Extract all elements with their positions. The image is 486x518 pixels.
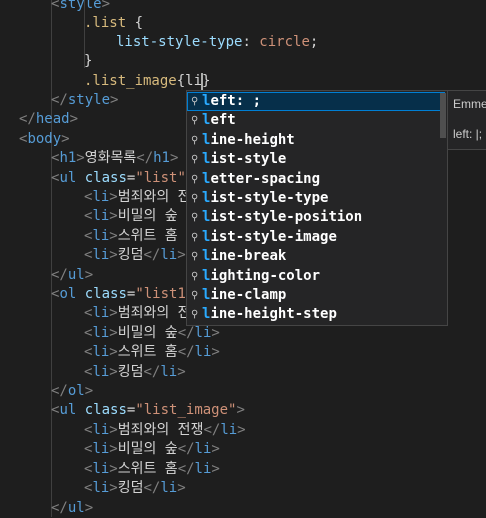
suggest-item[interactable]: ⚲ left: ; — [187, 92, 445, 112]
suggest-item-label: list-style-image — [202, 228, 337, 245]
css-selector: .list — [84, 15, 127, 31]
suggest-item-label: left — [202, 112, 236, 129]
code-line: <style> — [51, 0, 111, 12]
code-line: list-style-type: circle; — [116, 34, 319, 50]
code-line: <li>비밀의 숲 — [84, 208, 178, 224]
suggest-item[interactable]: ⚲ line-height — [187, 131, 445, 150]
suggest-item-label: line-break — [202, 248, 287, 265]
suggest-item[interactable]: ⚲ left — [187, 111, 445, 130]
code-line: <li>범죄와의 전쟁</li> — [84, 422, 246, 438]
suggest-item-label: list-style — [202, 151, 287, 168]
suggest-item[interactable]: ⚲ line-break — [187, 247, 445, 266]
code-line: <li>스위트 홈</li> — [84, 344, 220, 360]
css-value: circle — [259, 34, 310, 50]
code-line: <ul class="list_image"> — [51, 402, 245, 418]
suggest-item[interactable]: ⚲ list-style-image — [187, 228, 445, 247]
indent-guide — [51, 0, 52, 517]
code-line: .list { — [84, 15, 144, 31]
details-title: Emmet — [453, 97, 486, 111]
suggest-item-label: list-style-position — [202, 209, 363, 226]
code-line: <li>비밀의 숲</li> — [84, 441, 220, 457]
suggest-item-label: line-height — [202, 131, 295, 148]
suggest-widget[interactable]: ⚲ left: ; ⚲ left ⚲ line-height ⚲ list-style ⚲ let… — [186, 90, 448, 326]
code-line: <li>킹덤</li> — [84, 364, 186, 380]
code-line: <ol class="list1"> — [51, 286, 203, 302]
suggest-item[interactable]: ⚲ line-height-step — [187, 305, 445, 324]
code-line: <li>스위트 홈 — [84, 228, 178, 244]
suggest-item-label: lighting-color — [202, 267, 321, 284]
suggest-item-label: list-style-type — [202, 190, 329, 206]
code-line-current: .list_image{li} — [84, 73, 211, 89]
suggest-item[interactable]: ⚲ letter-spacing — [187, 170, 445, 189]
code-line: </head> — [19, 111, 79, 127]
code-line: <h1>영화목록</h1> — [51, 150, 179, 166]
code-line: </ol> — [51, 383, 94, 399]
suggest-scrollbar[interactable] — [440, 93, 446, 138]
suggest-item[interactable]: ⚲ list-style-type — [187, 189, 445, 208]
suggest-item-label: letter-spacing — [202, 170, 321, 187]
code-line: <li>킹덤</li> — [84, 480, 186, 496]
code-line: </style> — [51, 92, 119, 108]
code-line: </ul> — [51, 500, 94, 516]
details-preview: left: |; — [453, 127, 483, 141]
suggest-details-panel: Emmet left: |; — [448, 90, 486, 150]
code-line: <li>비밀의 숲</li> — [84, 325, 220, 341]
css-property: list-style-type — [116, 34, 243, 50]
suggest-item-label: line-clamp — [202, 287, 287, 303]
suggest-item-label: line-height-step — [202, 306, 337, 323]
suggest-item[interactable]: ⚲ lighting-color — [187, 267, 445, 286]
code-line: } — [84, 53, 93, 69]
code-line: <li>킹덤</li> — [84, 247, 186, 263]
code-line: <li>스위트 홈</li> — [84, 461, 220, 477]
code-line: <ul class="list"> — [51, 170, 194, 186]
suggest-item[interactable]: ⚲ line-clamp — [187, 286, 445, 305]
code-line: <body> — [19, 131, 70, 147]
suggest-item[interactable]: ⚲ list-style — [187, 150, 445, 169]
text-cursor — [201, 73, 203, 90]
code-line: </ul> — [51, 267, 94, 283]
suggest-item-label: left: ; — [202, 93, 262, 109]
suggest-item[interactable]: ⚲ list-style-position — [187, 208, 445, 227]
